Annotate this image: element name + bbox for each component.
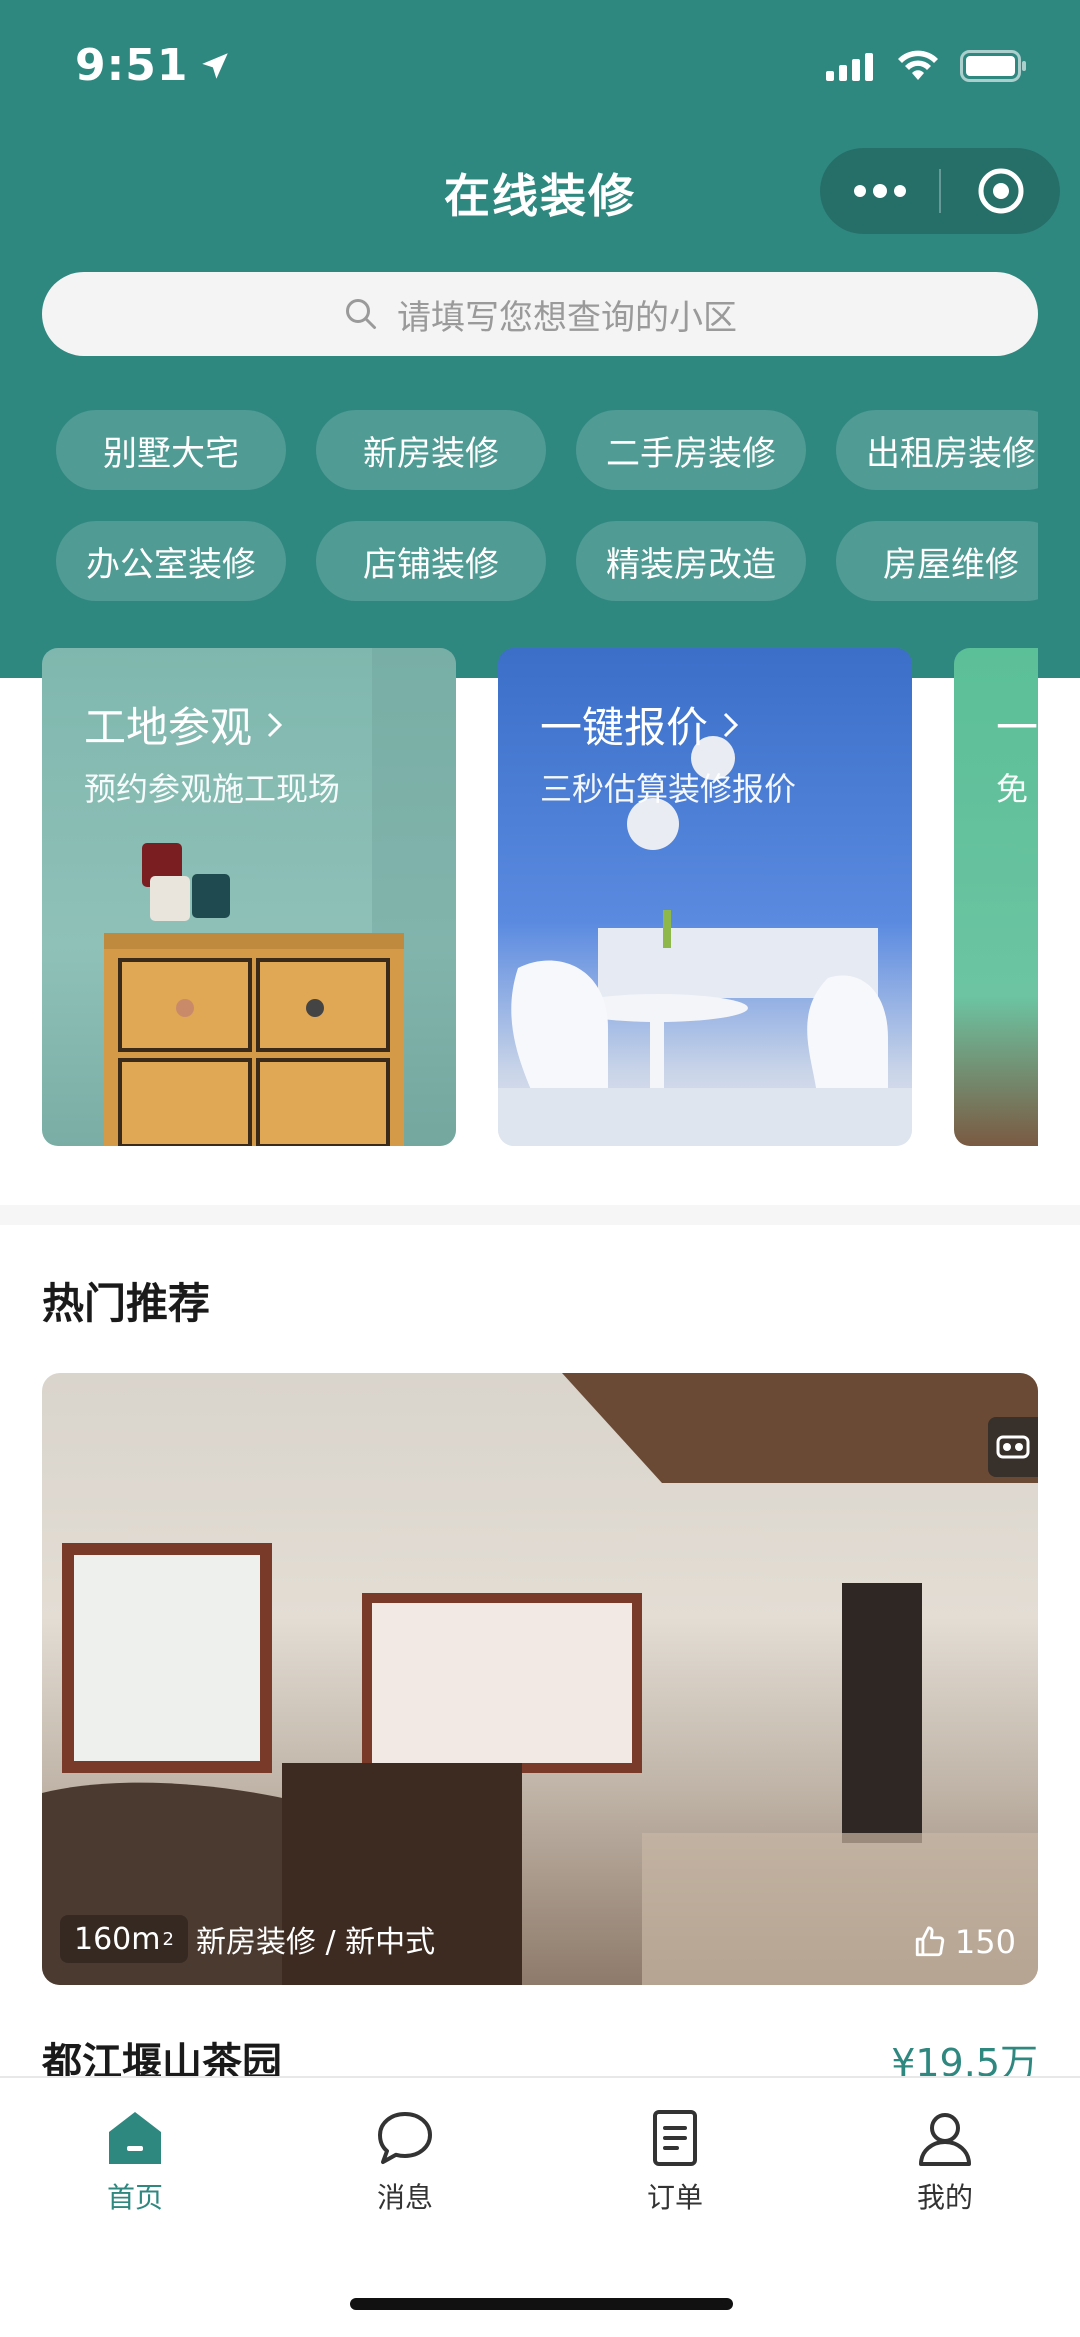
category-chip[interactable]: 办公室装修 [56,521,286,601]
profile-icon [919,2113,971,2166]
search-bar[interactable]: 请填写您想查询的小区 [42,272,1038,356]
category-label: 出租房装修 [866,433,1036,474]
category-label: 办公室装修 [86,544,256,585]
area-badge: 160m 2 [60,1915,188,1963]
category-chip[interactable]: 新房装修 [316,410,546,490]
site-visit-card[interactable]: 工地参观 预约参观施工现场 [42,648,456,1146]
tab-profile[interactable]: 我的 [845,2108,1045,2216]
chevron-right-icon [723,712,739,737]
home-icon [109,2112,161,2164]
category-label: 精装房改造 [606,544,776,585]
category-row-2: 办公室装修 店铺装修 精装房改造 房屋维修 [56,521,1080,601]
wifi-icon [898,50,938,80]
order-icon [653,2110,697,2166]
likes-counter[interactable]: 150 [913,1923,1016,1961]
card-subtitle: 预约参观施工现场 [84,770,341,808]
category-chip[interactable]: 精装房改造 [576,521,806,601]
category-label: 房屋维修 [883,544,1019,585]
thumbs-up-icon [915,1926,945,1957]
category-label: 别墅大宅 [103,433,239,474]
message-icon [378,2112,432,2164]
chip-edge-mask [1038,400,1080,620]
home-indicator[interactable] [350,2298,733,2310]
category-chip[interactable]: 二手房装修 [576,410,806,490]
quick-quote-card[interactable]: 一键报价 三秒估算装修报价 [498,648,912,1146]
time-text: 9:51 [75,40,189,91]
mini-program-capsule [820,148,1060,234]
chevron-right-icon [267,712,283,737]
category-label: 新房装修 [363,433,499,474]
featured-project-card[interactable]: 160m 2 新房装修 / 新中式 150 [42,1373,1038,1985]
partial-promo-card[interactable]: 一 免 [954,648,1038,1146]
tab-orders[interactable]: 订单 [575,2108,775,2216]
tab-label: 消息 [376,2181,433,2214]
promo-carousel: 工地参观 预约参观施工现场 一键报价 三秒估算装修报价 一 免 [42,648,1038,1146]
likes-count: 150 [954,1923,1016,1961]
category-chip[interactable]: 别墅大宅 [56,410,286,490]
card-subtitle: 三秒估算装修报价 [540,770,797,808]
vr-headset-icon [996,1435,1030,1459]
card-title-text: 一 [996,703,1038,752]
tab-label: 订单 [646,2181,703,2214]
card-title-text: 一键报价 [540,703,709,752]
tab-label: 首页 [106,2181,163,2214]
location-arrow-icon [202,52,229,79]
tab-messages[interactable]: 消息 [305,2108,505,2216]
card-subtitle: 免 [996,770,1029,808]
tab-label: 我的 [916,2181,973,2214]
category-label: 二手房装修 [606,433,776,474]
battery-icon [960,50,1026,82]
section-separator [0,1205,1080,1225]
card-title: 一 [996,694,1038,755]
search-placeholder: 请填写您想查询的小区 [397,297,737,338]
more-button[interactable] [820,148,939,234]
close-miniprogram-button[interactable] [941,148,1060,234]
category-chip[interactable]: 房屋维修 [836,521,1066,601]
status-bar: 9:51 [0,0,1080,130]
area-value: 160m [74,1921,161,1957]
card-title: 工地参观 [84,694,286,755]
more-dots-icon [853,184,906,198]
category-label: 店铺装修 [363,544,499,585]
living-room-photo [42,1373,1038,1985]
card-title-text: 工地参观 [84,703,253,752]
category-chip[interactable]: 出租房装修 [836,410,1066,490]
cellular-signal-icon [826,53,873,81]
status-time: 9:51 [75,40,232,91]
target-circle-icon [978,168,1023,214]
style-tags: 新房装修 / 新中式 [196,1925,436,1960]
tab-home[interactable]: 首页 [35,2108,235,2216]
category-row-1: 别墅大宅 新房装修 二手房装修 出租房装修 [56,410,1080,490]
search-icon [346,299,376,329]
category-chip[interactable]: 店铺装修 [316,521,546,601]
section-title: 热门推荐 [42,1279,211,1328]
status-icons [826,50,1028,82]
area-unit-superscript: 2 [162,1928,174,1950]
vr-view-button[interactable] [988,1417,1038,1477]
card-title: 一键报价 [540,694,742,755]
